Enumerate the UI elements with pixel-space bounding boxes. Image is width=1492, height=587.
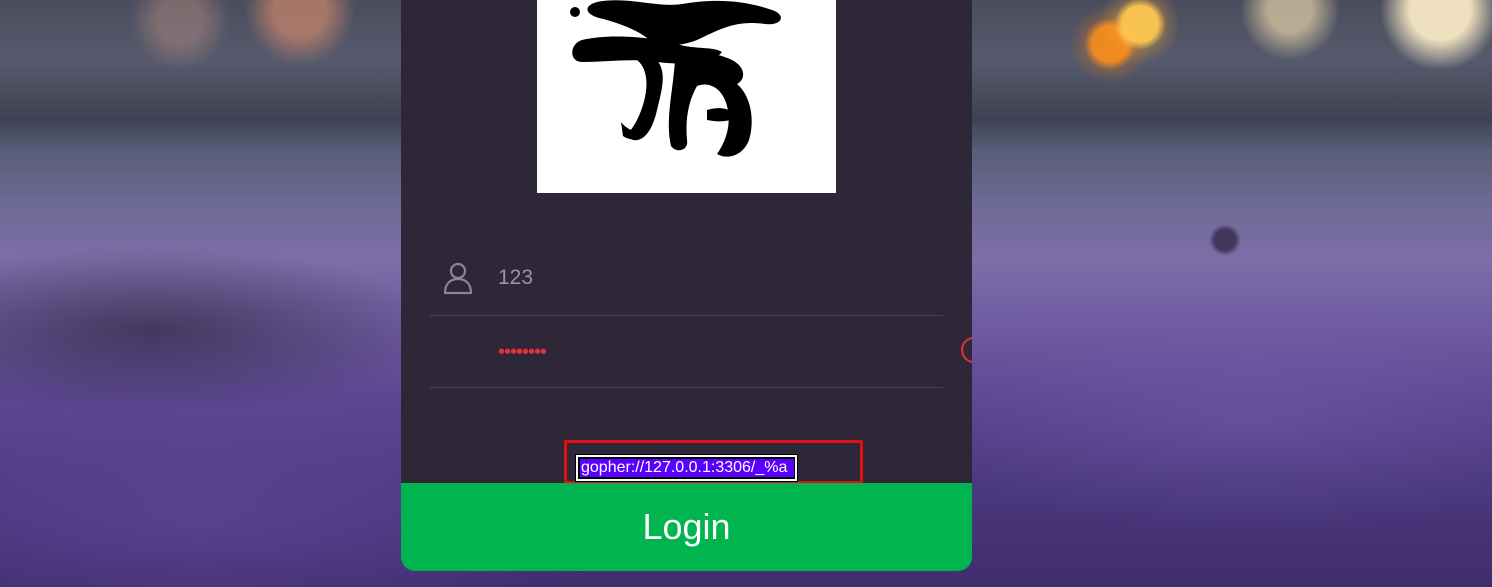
password-input[interactable]: •••••••• [498,335,547,369]
login-button[interactable]: Login [401,483,972,571]
username-input[interactable] [498,261,918,295]
user-icon [443,262,473,295]
password-row: •••••••• [430,315,972,388]
url-input[interactable]: gopher://127.0.0.1:3306/_%a [575,454,798,482]
logo-image [537,0,836,193]
username-row [430,243,943,316]
eye-icon[interactable] [960,336,972,364]
url-input-selected-text: gopher://127.0.0.1:3306/_%a [580,459,794,477]
calligraphy-logo [570,0,781,157]
login-panel: •••••••• gopher://127.0.0.1:3306/_%a Log… [401,0,972,571]
